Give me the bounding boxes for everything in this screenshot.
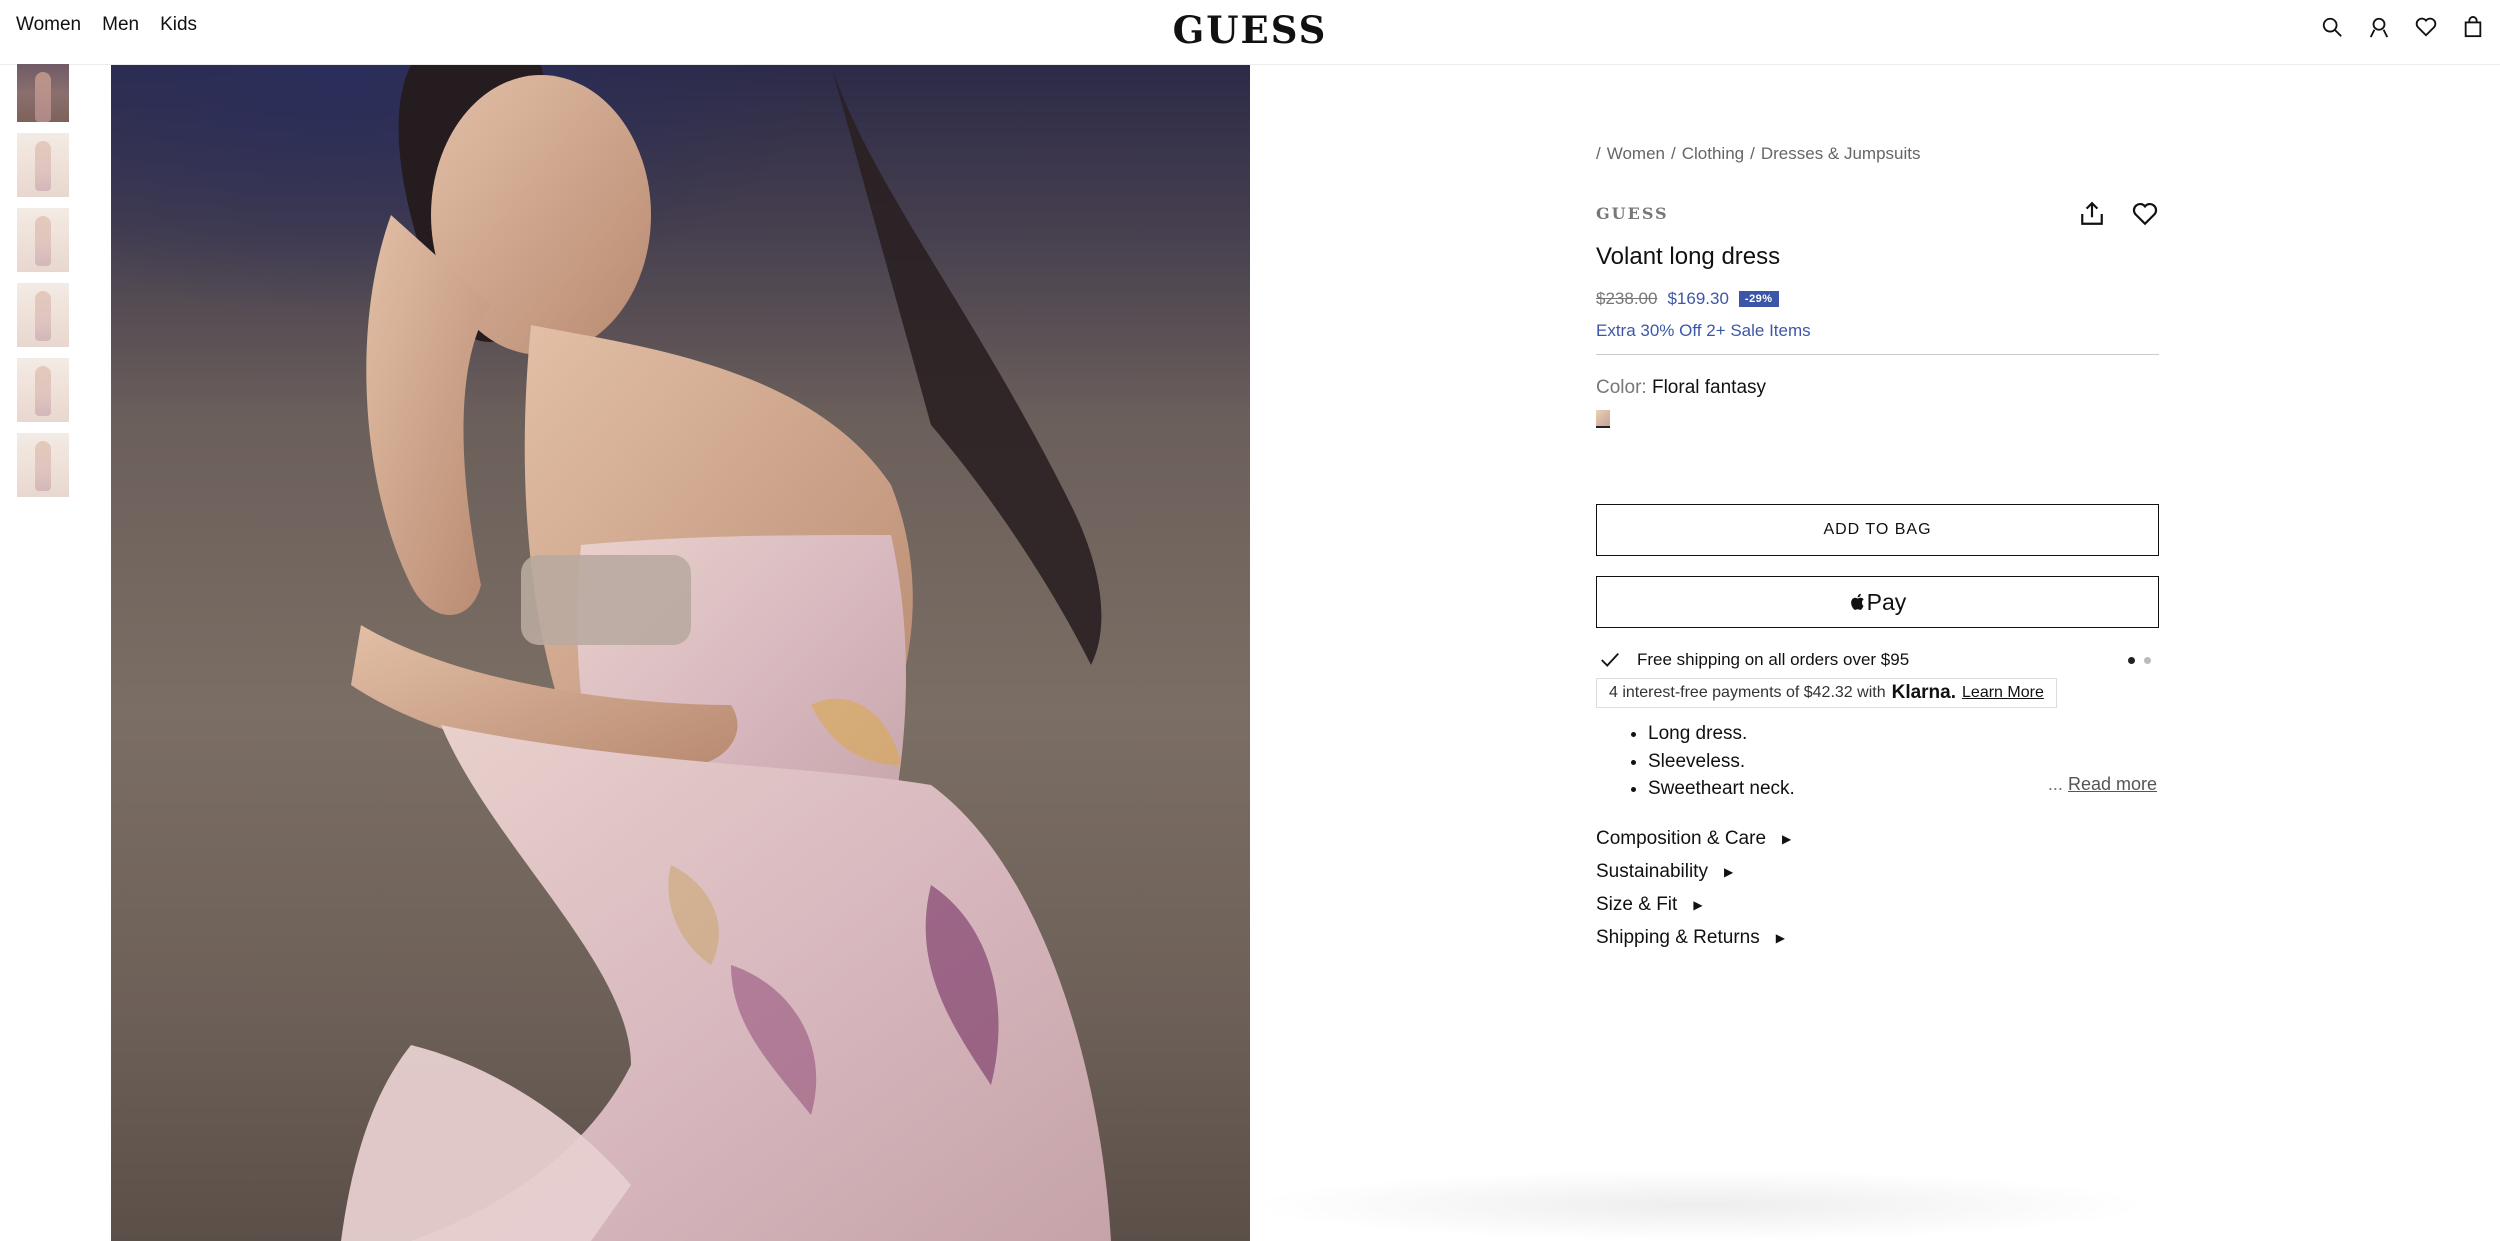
expand-arrow-icon: ▶ [1723,864,1734,879]
color-label: Color: [1596,377,1647,398]
thumbnail-2[interactable] [17,133,69,197]
nav-women[interactable]: Women [16,14,81,36]
breadcrumb-women[interactable]: Women [1607,144,1665,164]
breadcrumb-dresses[interactable]: Dresses & Jumpsuits [1761,144,1921,164]
product-brand[interactable]: GUESS [1596,204,1669,223]
thumbnail-4[interactable] [17,283,69,347]
brand-row: GUESS [1596,201,2159,234]
apple-icon [1850,593,1864,610]
divider [1596,354,2159,355]
banner-dot-2[interactable] [2144,657,2151,664]
color-value: Floral fantasy [1651,377,1767,398]
check-icon [1599,649,1621,671]
breadcrumb: / Women / Clothing / Dresses & Jumpsuits [1596,144,2159,164]
apple-pay-button[interactable]: Pay [1596,576,2159,628]
shipping-banner: Free shipping on all orders over $95 [1596,648,2159,674]
thumbnail-6[interactable] [17,433,69,497]
original-price: $238.00 [1596,289,1658,308]
nav-men[interactable]: Men [102,14,139,36]
thumbnail-1[interactable] [17,64,69,122]
product-title: Volant long dress [1596,243,1781,270]
accordion-label: Size & Fit [1596,893,1678,915]
nav-kids[interactable]: Kids [160,14,197,36]
banner-dot-1[interactable] [2128,657,2135,664]
klarna-logo: Klarna. [1891,682,1957,703]
klarna-learn-more-link[interactable]: Learn More [1962,684,2044,702]
site-header: Women Men Kids GUESS [0,0,2500,65]
thumbnail-3[interactable] [17,208,69,272]
breadcrumb-separator: / [1596,144,1601,163]
thumbnail-5[interactable] [17,358,69,422]
banner-dots [2128,657,2151,664]
sale-price: $169.30 [1667,289,1729,308]
main-nav: Women Men Kids [16,14,197,36]
shipping-text: Free shipping on all orders over $95 [1637,650,1910,669]
accordion-size-fit[interactable]: Size & Fit ▶ [1596,888,2159,921]
product-main-image[interactable] [111,65,1250,1241]
add-to-wishlist-icon[interactable] [2132,201,2158,227]
discount-badge: -29% [1738,291,1779,307]
model-photo-illustration [341,65,1111,1241]
color-selector: Color: Floral fantasy [1596,377,2159,399]
klarna-text: 4 interest-free payments of $42.32 with [1609,684,1886,701]
promo-link[interactable]: Extra 30% Off 2+ Sale Items [1596,321,2159,341]
accordion-label: Shipping & Returns [1596,926,1760,948]
search-icon[interactable] [2321,16,2343,38]
brand-logo[interactable]: GUESS [1173,8,1328,52]
share-icon[interactable] [2079,201,2105,227]
accordion-shipping-returns[interactable]: Shipping & Returns ▶ [1596,921,2159,954]
read-more-link[interactable]: Read more [2068,774,2157,794]
apple-pay-label: Pay [1866,588,1907,615]
klarna-banner: 4 interest-free payments of $42.32 with … [1596,678,2057,708]
product-description: Long dress. Sleeveless. Sweetheart neck.… [1596,720,2159,810]
bottom-shadow [1250,1170,2150,1241]
breadcrumb-clothing[interactable]: Clothing [1682,144,1744,164]
accordion-label: Composition & Care [1596,827,1767,849]
expand-arrow-icon: ▶ [1693,897,1703,912]
accordion-label: Sustainability [1596,860,1708,882]
wishlist-icon[interactable] [2415,16,2437,38]
accordion-composition-care[interactable]: Composition & Care ▶ [1596,822,2159,855]
read-more-ellipsis: ... [2047,774,2063,794]
thumbnail-strip [17,64,71,508]
product-details-panel: / Women / Clothing / Dresses & Jumpsuits… [1596,144,2159,954]
breadcrumb-separator: / [1671,144,1676,163]
product-accordions: Composition & Care ▶ Sustainability ▶ Si… [1596,822,2159,954]
color-swatch-floral[interactable] [1596,410,1610,428]
expand-arrow-icon: ▶ [1775,930,1785,945]
add-to-bag-button[interactable]: ADD TO BAG [1596,504,2159,556]
description-item: Sleeveless. [1648,748,2159,776]
accordion-sustainability[interactable]: Sustainability ▶ [1596,855,2159,888]
read-more-wrapper: ... Read more [2048,774,2157,795]
bag-icon[interactable] [2462,16,2484,38]
account-icon[interactable] [2368,16,2390,38]
breadcrumb-separator: / [1750,144,1755,163]
header-actions [2321,16,2484,38]
expand-arrow-icon: ▶ [1782,831,1792,846]
price-row: $238.00 $169.30 -29% [1596,289,2159,309]
description-item: Long dress. [1648,720,2159,748]
